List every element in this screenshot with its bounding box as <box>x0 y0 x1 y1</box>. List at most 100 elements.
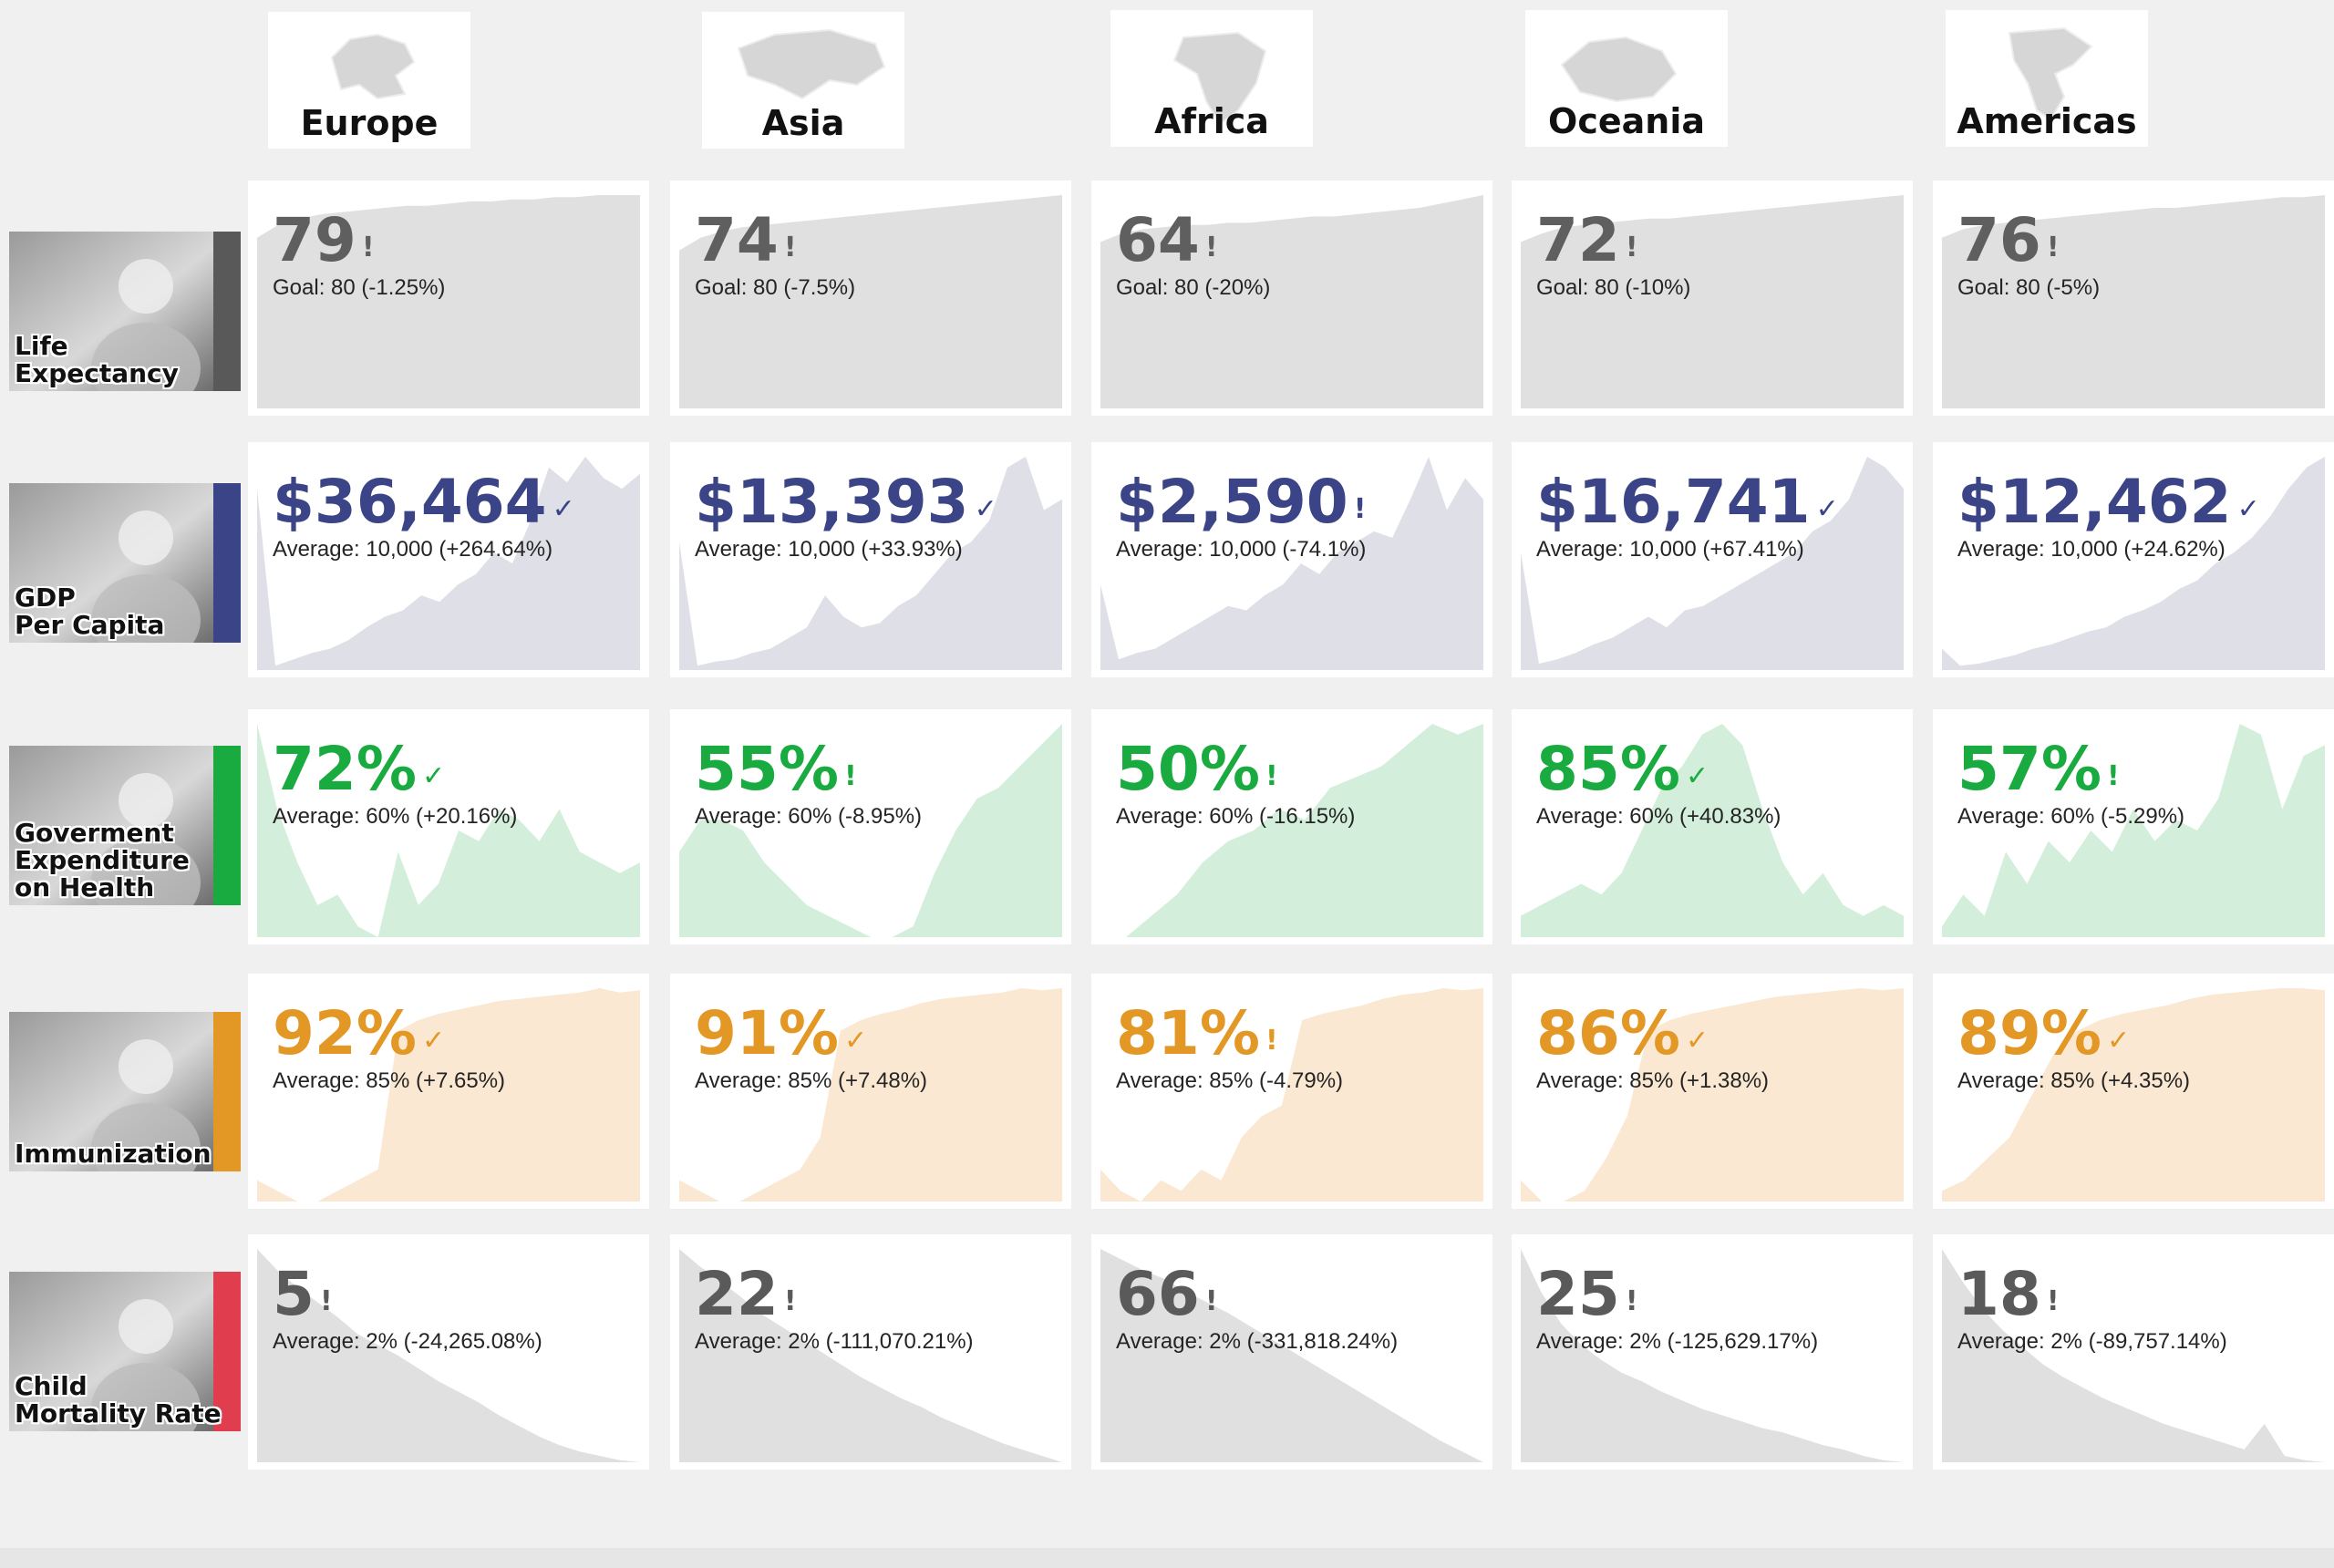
kpi-subtext: Average: 2% (-89,757.14%) <box>1957 1329 2227 1354</box>
region-header-africa[interactable]: Africa <box>1110 10 1313 147</box>
kpi-value: 91% ✓ <box>695 999 867 1068</box>
kpi-subtext: Average: 2% (-125,629.17%) <box>1536 1329 1819 1354</box>
kpi-card-americas[interactable]: 57%! Average: 60% (-5.29%) <box>1933 709 2334 944</box>
row-accent-strip <box>213 483 241 643</box>
kpi-card-europe[interactable]: $36,464 ✓ Average: 10,000 (+264.64%) <box>248 442 649 677</box>
row-label-tile: Life Expectancy <box>9 232 241 391</box>
kpi-value-text: 50% <box>1116 734 1260 804</box>
kpi-value: 86% ✓ <box>1536 999 1709 1068</box>
kpi-value: 64! <box>1116 206 1218 275</box>
kpi-card-americas[interactable]: 18! Average: 2% (-89,757.14%) <box>1933 1234 2334 1470</box>
kpi-card-europe[interactable]: 5! Average: 2% (-24,265.08%) <box>248 1234 649 1470</box>
kpi-card-asia[interactable]: 22! Average: 2% (-111,070.21%) <box>670 1234 1071 1470</box>
kpi-value-text: 81% <box>1116 998 1260 1068</box>
check-icon: ✓ <box>1685 1025 1709 1057</box>
kpi-subtext: Average: 85% (+7.48%) <box>695 1068 928 1093</box>
region-name: Oceania <box>1548 101 1705 141</box>
kpi-subtext: Goal: 80 (-10%) <box>1536 275 1691 300</box>
kpi-card-oceania[interactable]: 25! Average: 2% (-125,629.17%) <box>1512 1234 1913 1470</box>
kpi-card-asia[interactable]: 55%! Average: 60% (-8.95%) <box>670 709 1071 944</box>
kpi-subtext: Average: 85% (+4.35%) <box>1957 1068 2191 1093</box>
kpi-card-oceania[interactable]: 85% ✓ Average: 60% (+40.83%) <box>1512 709 1913 944</box>
check-icon: ✓ <box>2106 1025 2131 1057</box>
row-label: Goverment Expenditure on Health <box>15 820 190 902</box>
kpi-card-oceania[interactable]: 72! Goal: 80 (-10%) <box>1512 181 1913 416</box>
kpi-card-africa[interactable]: 50%! Average: 60% (-16.15%) <box>1091 709 1492 944</box>
exclamation-icon: ! <box>1353 493 1367 525</box>
check-icon: ✓ <box>552 493 575 525</box>
region-header-europe[interactable]: Europe <box>268 12 470 149</box>
kpi-value-text: 18 <box>1957 1259 2041 1329</box>
kpi-value: 22! <box>695 1260 797 1329</box>
kpi-value-text: 92% <box>273 998 417 1068</box>
kpi-value-text: $13,393 <box>695 467 969 537</box>
kpi-subtext: Average: 10,000 (+264.64%) <box>273 537 553 562</box>
kpi-card-africa[interactable]: 64! Goal: 80 (-20%) <box>1091 181 1492 416</box>
kpi-value: 81%! <box>1116 999 1278 1068</box>
kpi-value-text: 85% <box>1536 734 1680 804</box>
kpi-subtext: Goal: 80 (-7.5%) <box>695 275 856 300</box>
kpi-card-europe[interactable]: 72% ✓ Average: 60% (+20.16%) <box>248 709 649 944</box>
bottom-scroll-area[interactable] <box>0 1548 2334 1568</box>
kpi-card-europe[interactable]: 79! Goal: 80 (-1.25%) <box>248 181 649 416</box>
kpi-value-text: 74 <box>695 205 779 275</box>
kpi-value: 85% ✓ <box>1536 735 1709 804</box>
kpi-value: 66! <box>1116 1260 1218 1329</box>
kpi-card-oceania[interactable]: $16,741 ✓ Average: 10,000 (+67.41%) <box>1512 442 1913 677</box>
kpi-card-africa[interactable]: 81%! Average: 85% (-4.79%) <box>1091 974 1492 1209</box>
row-label-line: Immunization <box>15 1139 212 1169</box>
kpi-subtext: Goal: 80 (-1.25%) <box>273 275 446 300</box>
exclamation-icon: ! <box>783 232 797 263</box>
region-header-americas[interactable]: Americas <box>1946 10 2148 147</box>
kpi-subtext: Average: 60% (-5.29%) <box>1957 804 2185 829</box>
check-icon: ✓ <box>1815 493 1839 525</box>
row-accent-strip <box>213 746 241 905</box>
exclamation-icon: ! <box>843 760 857 792</box>
kpi-subtext: Average: 2% (-331,818.24%) <box>1116 1329 1399 1354</box>
check-icon: ✓ <box>843 1025 868 1057</box>
kpi-subtext: Average: 85% (+1.38%) <box>1536 1068 1770 1093</box>
kpi-value-text: 64 <box>1116 205 1200 275</box>
row-label: GDP Per Capita <box>15 584 164 639</box>
kpi-value: 92% ✓ <box>273 999 445 1068</box>
kpi-card-oceania[interactable]: 86% ✓ Average: 85% (+1.38%) <box>1512 974 1913 1209</box>
check-icon: ✓ <box>974 493 997 525</box>
kpi-card-asia[interactable]: 91% ✓ Average: 85% (+7.48%) <box>670 974 1071 1209</box>
row-label-tile: Goverment Expenditure on Health <box>9 746 241 905</box>
kpi-subtext: Average: 2% (-111,070.21%) <box>695 1329 974 1354</box>
region-header-oceania[interactable]: Oceania <box>1525 10 1728 147</box>
kpi-card-africa[interactable]: $2,590! Average: 10,000 (-74.1%) <box>1091 442 1492 677</box>
kpi-value-text: 79 <box>273 205 356 275</box>
kpi-card-europe[interactable]: 92% ✓ Average: 85% (+7.65%) <box>248 974 649 1209</box>
kpi-subtext: Average: 2% (-24,265.08%) <box>273 1329 542 1354</box>
kpi-card-asia[interactable]: 74! Goal: 80 (-7.5%) <box>670 181 1071 416</box>
kpi-value-text: $12,462 <box>1957 467 2232 537</box>
kpi-subtext: Average: 85% (+7.65%) <box>273 1068 506 1093</box>
kpi-value-text: 72% <box>273 734 417 804</box>
kpi-value: 25! <box>1536 1260 1638 1329</box>
exclamation-icon: ! <box>2046 232 2060 263</box>
kpi-value: 18! <box>1957 1260 2060 1329</box>
kpi-subtext: Goal: 80 (-5%) <box>1957 275 2101 300</box>
kpi-card-africa[interactable]: 66! Average: 2% (-331,818.24%) <box>1091 1234 1492 1470</box>
kpi-subtext: Average: 60% (+40.83%) <box>1536 804 1781 829</box>
kpi-value: $16,741 ✓ <box>1536 468 1839 537</box>
kpi-card-americas[interactable]: 89% ✓ Average: 85% (+4.35%) <box>1933 974 2334 1209</box>
kpi-value-text: 25 <box>1536 1259 1620 1329</box>
row-label-line: on Health <box>15 872 155 903</box>
kpi-subtext: Average: 85% (-4.79%) <box>1116 1068 1344 1093</box>
check-icon: ✓ <box>2236 493 2260 525</box>
kpi-value: $36,464 ✓ <box>273 468 575 537</box>
exclamation-icon: ! <box>1204 1285 1218 1317</box>
kpi-card-americas[interactable]: 76! Goal: 80 (-5%) <box>1933 181 2334 416</box>
check-icon: ✓ <box>421 760 446 792</box>
exclamation-icon: ! <box>1265 1025 1278 1057</box>
kpi-card-americas[interactable]: $12,462 ✓ Average: 10,000 (+24.62%) <box>1933 442 2334 677</box>
kpi-card-asia[interactable]: $13,393 ✓ Average: 10,000 (+33.93%) <box>670 442 1071 677</box>
region-name: Africa <box>1154 101 1269 141</box>
kpi-value-text: 72 <box>1536 205 1620 275</box>
kpi-subtext: Average: 10,000 (+24.62%) <box>1957 537 2226 562</box>
region-header-asia[interactable]: Asia <box>702 12 904 149</box>
kpi-subtext: Average: 10,000 (-74.1%) <box>1116 537 1367 562</box>
kpi-value: 57%! <box>1957 735 2120 804</box>
